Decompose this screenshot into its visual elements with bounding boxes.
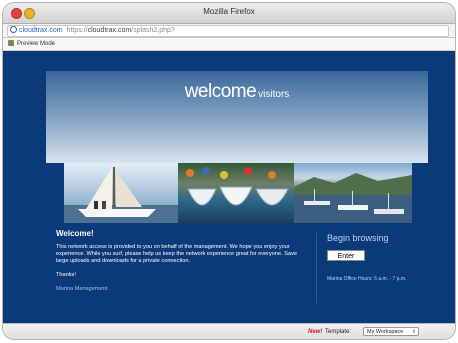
content-panel: Welcome! This network access is provided…: [46, 223, 428, 323]
window-title: Mozilla Firefox: [203, 7, 255, 16]
welcome-message-heading: Welcome!: [56, 229, 94, 238]
welcome-title-big: welcome: [184, 81, 257, 102]
preview-bar: Preview Mode: [3, 38, 455, 51]
photo-strip: [46, 163, 428, 223]
hero-banner: welcome visitors: [46, 71, 428, 163]
browse-panel: Begin browsing Enter Marina Office Hours…: [316, 233, 427, 303]
welcome-heading: welcome visitors: [46, 81, 428, 103]
rowboats-illustration: [186, 167, 289, 206]
template-select-value: My Workspace: [367, 329, 404, 335]
url-path: /splash2.php?: [131, 27, 175, 34]
welcome-message: Welcome! This network access is provided…: [56, 229, 302, 292]
template-label: Template:: [325, 329, 352, 335]
harbor-illustration: [294, 173, 412, 223]
address-field[interactable]: cloudtrax.com https://cloudtrax.com/splas…: [7, 25, 449, 37]
signature-text: Marina Management: [56, 285, 108, 292]
chevron-updown-icon: ⇕: [411, 329, 416, 335]
begin-browsing-heading: Begin browsing: [327, 233, 389, 243]
url-host: cloudtrax.com: [87, 27, 132, 34]
harbor-photo: [294, 163, 412, 223]
new-badge: New!: [308, 329, 323, 335]
url-full: https://cloudtrax.com/splash2.php?: [67, 27, 175, 34]
splash-page: welcome visitors Welcome! This network a…: [3, 51, 455, 323]
preview-label[interactable]: Preview Mode: [17, 41, 55, 47]
site-identity-icon[interactable]: [10, 26, 17, 33]
thanks-text: Thanks!: [56, 271, 76, 278]
preview-icon: [8, 40, 14, 46]
title-bar: Mozilla Firefox: [3, 3, 455, 24]
office-hours-text: Marina Office Hours: 6 a.m. - 7 p.m.: [327, 276, 407, 282]
url-bar: cloudtrax.com https://cloudtrax.com/splas…: [3, 24, 455, 38]
welcome-title-small: visitors: [258, 89, 290, 100]
browser-window: Mozilla Firefox cloudtrax.com https://clo…: [2, 2, 456, 340]
welcome-message-text: This network access is provided to you o…: [56, 244, 297, 265]
rowboats-photo: [178, 163, 294, 223]
sailboat-photo: [64, 163, 178, 223]
template-select[interactable]: My Workspace ⇕: [363, 327, 419, 336]
url-scheme: https://: [66, 27, 88, 34]
enter-button[interactable]: Enter: [327, 250, 365, 261]
url-domain: cloudtrax.com: [19, 27, 63, 34]
screenshot-frame: Mozilla Firefox cloudtrax.com https://clo…: [0, 0, 458, 343]
sailboat-illustration: [64, 167, 178, 223]
template-bar: New! Template: My Workspace ⇕: [3, 323, 455, 339]
